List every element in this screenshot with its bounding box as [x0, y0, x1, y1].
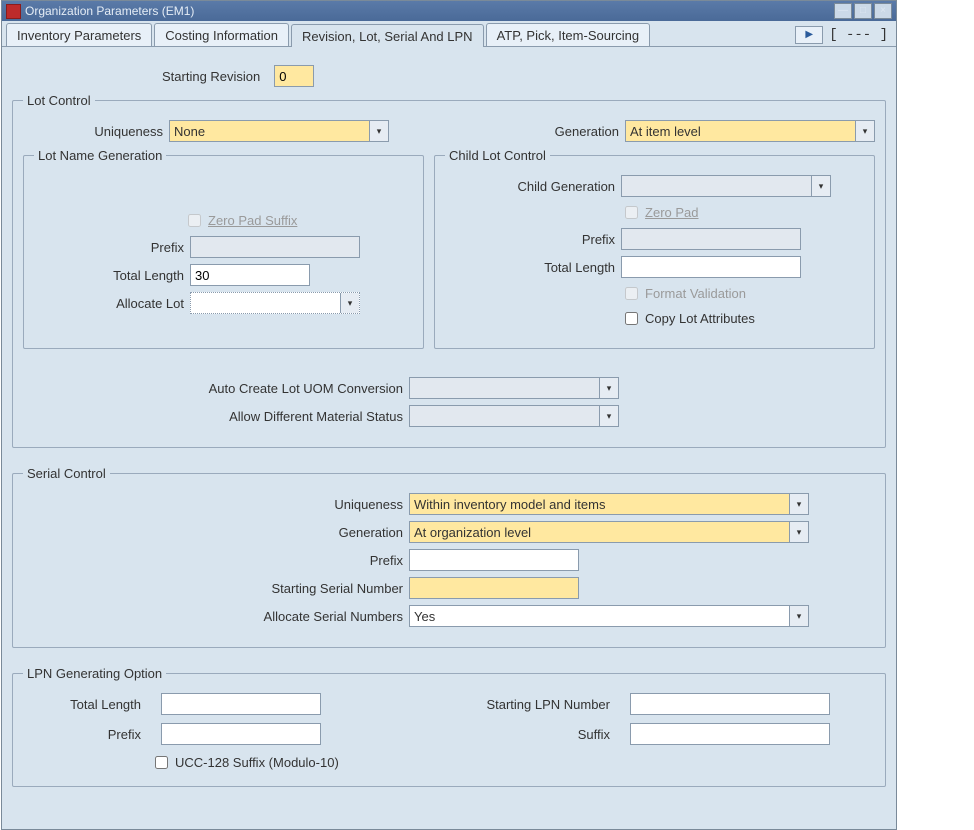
child-zero-pad-checkbox-wrap: Zero Pad — [621, 203, 704, 222]
child-prefix-input — [621, 228, 801, 250]
ucc128-label: UCC-128 Suffix (Modulo-10) — [175, 755, 339, 770]
allocate-lot-select[interactable]: ▾ — [190, 292, 360, 314]
tab-scroll-area: ▶ [ --- ] — [795, 26, 892, 44]
lot-control-group: Lot Control Uniqueness None ▾ Generation… — [12, 93, 886, 448]
child-zero-pad-checkbox — [625, 206, 638, 219]
starting-revision-row: Starting Revision — [162, 65, 886, 87]
allocate-lot-label: Allocate Lot — [34, 296, 190, 311]
tab-indicator: [ --- ] — [829, 27, 888, 43]
chevron-down-icon: ▾ — [599, 378, 618, 398]
lot-generation-label: Generation — [499, 124, 625, 139]
close-button[interactable]: × — [874, 3, 892, 19]
child-generation-label: Child Generation — [445, 179, 621, 194]
lpn-prefix-input[interactable] — [161, 723, 321, 745]
lot-name-prefix-label: Prefix — [34, 240, 190, 255]
tab-bar: Inventory Parameters Costing Information… — [2, 21, 896, 47]
serial-uniqueness-select[interactable]: Within inventory model and items ▾ — [409, 493, 809, 515]
organization-parameters-window: Organization Parameters (EM1) — □ × Inve… — [1, 0, 897, 830]
starting-revision-label: Starting Revision — [162, 69, 266, 84]
chevron-down-icon: ▾ — [789, 606, 808, 626]
lpn-total-length-label: Total Length — [27, 697, 147, 712]
child-generation-select[interactable]: ▾ — [621, 175, 831, 197]
allow-diff-material-status-select[interactable]: ▾ — [409, 405, 619, 427]
lot-top-row: Uniqueness None ▾ Generation At item lev… — [23, 120, 875, 142]
lot-generation-select[interactable]: At item level ▾ — [625, 120, 875, 142]
starting-lpn-number-input[interactable] — [630, 693, 830, 715]
serial-generation-value: At organization level — [414, 525, 789, 540]
oracle-app-icon — [6, 4, 21, 19]
format-validation-checkbox-wrap: Format Validation — [621, 284, 752, 303]
ucc128-checkbox[interactable] — [155, 756, 168, 769]
starting-serial-number-input[interactable] — [409, 577, 579, 599]
copy-lot-attrs-checkbox[interactable] — [625, 312, 638, 325]
lpn-suffix-label: Suffix — [416, 727, 616, 742]
child-total-length-input[interactable] — [621, 256, 801, 278]
format-validation-label: Format Validation — [645, 286, 752, 301]
serial-control-group: Serial Control Uniqueness Within invento… — [12, 466, 886, 648]
auto-create-lot-uom-label: Auto Create Lot UOM Conversion — [23, 381, 409, 396]
chevron-right-icon: ▶ — [805, 29, 813, 40]
serial-prefix-input[interactable] — [409, 549, 579, 571]
lot-control-legend: Lot Control — [23, 93, 95, 108]
serial-uniqueness-label: Uniqueness — [23, 497, 409, 512]
child-total-length-label: Total Length — [445, 260, 621, 275]
lot-uniqueness-label: Uniqueness — [23, 124, 169, 139]
child-prefix-label: Prefix — [445, 232, 621, 247]
maximize-button[interactable]: □ — [854, 3, 872, 19]
zero-pad-suffix-label: Zero Pad Suffix — [208, 213, 303, 228]
lpn-generating-option-group: LPN Generating Option Total Length Start… — [12, 666, 886, 787]
window-titlebar: Organization Parameters (EM1) — □ × — [2, 1, 896, 21]
format-validation-checkbox — [625, 287, 638, 300]
copy-lot-attrs-label: Copy Lot Attributes — [645, 311, 755, 326]
lot-name-total-length-input[interactable] — [190, 264, 310, 286]
lpn-legend: LPN Generating Option — [23, 666, 166, 681]
copy-lot-attrs-checkbox-wrap[interactable]: Copy Lot Attributes — [621, 309, 755, 328]
serial-prefix-label: Prefix — [23, 553, 409, 568]
zero-pad-suffix-checkbox — [188, 214, 201, 227]
lot-name-generation-group: Lot Name Generation Zero Pad Suffix Pref… — [23, 148, 424, 349]
allow-diff-material-status-label: Allow Different Material Status — [23, 409, 409, 424]
chevron-down-icon: ▾ — [789, 522, 808, 542]
allocate-serial-numbers-select[interactable]: Yes ▾ — [409, 605, 809, 627]
tab-inventory-parameters[interactable]: Inventory Parameters — [6, 23, 152, 46]
lot-name-total-length-label: Total Length — [34, 268, 190, 283]
child-lot-control-group: Child Lot Control Child Generation ▾ Zer… — [434, 148, 875, 349]
allocate-serial-numbers-value: Yes — [414, 609, 789, 624]
ucc128-checkbox-wrap[interactable]: UCC-128 Suffix (Modulo-10) — [151, 753, 339, 772]
chevron-down-icon: ▾ — [599, 406, 618, 426]
window-title: Organization Parameters (EM1) — [25, 4, 834, 18]
chevron-down-icon: ▾ — [369, 121, 388, 141]
chevron-down-icon: ▾ — [340, 293, 359, 313]
lot-name-generation-legend: Lot Name Generation — [34, 148, 166, 163]
starting-revision-input[interactable] — [274, 65, 314, 87]
auto-create-lot-uom-select[interactable]: ▾ — [409, 377, 619, 399]
allocate-serial-numbers-label: Allocate Serial Numbers — [23, 609, 409, 624]
tab-scroll-right-button[interactable]: ▶ — [795, 26, 823, 44]
chevron-down-icon: ▾ — [789, 494, 808, 514]
serial-generation-label: Generation — [23, 525, 409, 540]
child-zero-pad-label: Zero Pad — [645, 205, 704, 220]
lot-uniqueness-value: None — [174, 124, 369, 139]
serial-uniqueness-value: Within inventory model and items — [414, 497, 789, 512]
lot-generation-value: At item level — [630, 124, 855, 139]
chevron-down-icon: ▾ — [811, 176, 830, 196]
minimize-button[interactable]: — — [834, 3, 852, 19]
tab-costing-information[interactable]: Costing Information — [154, 23, 289, 46]
lpn-suffix-input[interactable] — [630, 723, 830, 745]
chevron-down-icon: ▾ — [855, 121, 874, 141]
tab-atp-pick-item-sourcing[interactable]: ATP, Pick, Item-Sourcing — [486, 23, 651, 46]
lpn-total-length-input[interactable] — [161, 693, 321, 715]
serial-generation-select[interactable]: At organization level ▾ — [409, 521, 809, 543]
window-buttons: — □ × — [834, 3, 892, 19]
starting-lpn-number-label: Starting LPN Number — [416, 697, 616, 712]
serial-control-legend: Serial Control — [23, 466, 110, 481]
tab-content: Starting Revision Lot Control Uniqueness… — [2, 47, 896, 829]
zero-pad-suffix-checkbox-wrap: Zero Pad Suffix — [184, 211, 303, 230]
child-lot-control-legend: Child Lot Control — [445, 148, 550, 163]
tab-revision-lot-serial-lpn[interactable]: Revision, Lot, Serial And LPN — [291, 24, 484, 47]
lot-name-prefix-input — [190, 236, 360, 258]
lpn-prefix-label: Prefix — [27, 727, 147, 742]
starting-serial-number-label: Starting Serial Number — [23, 581, 409, 596]
lot-uniqueness-select[interactable]: None ▾ — [169, 120, 389, 142]
